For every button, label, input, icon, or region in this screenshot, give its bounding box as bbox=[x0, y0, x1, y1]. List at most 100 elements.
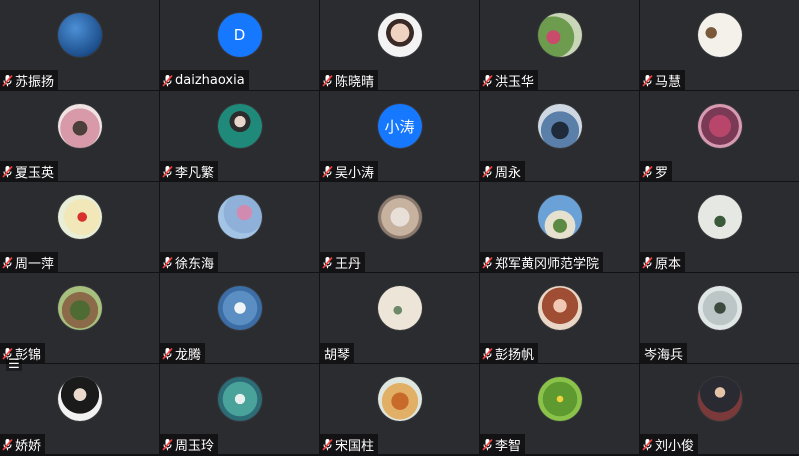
participant-name: 罗 bbox=[655, 165, 669, 181]
participant-tile[interactable]: 罗 bbox=[640, 91, 799, 181]
participant-name-tag: 陈晓晴 bbox=[320, 70, 379, 90]
participant-name: 彭扬帆 bbox=[495, 347, 535, 363]
participant-name: 宋国柱 bbox=[335, 438, 375, 454]
hamburger-menu-icon[interactable]: ☰ bbox=[6, 357, 22, 372]
mic-muted-icon bbox=[162, 438, 173, 451]
participant-avatar bbox=[697, 286, 742, 330]
participant-avatar bbox=[537, 104, 582, 148]
participant-name: 龙腾 bbox=[175, 347, 202, 363]
participant-name: 陈晓晴 bbox=[335, 74, 375, 90]
participant-name-tag: 李凡繁 bbox=[160, 161, 219, 181]
participant-tile[interactable]: 苏振扬 bbox=[0, 0, 159, 90]
participant-name-tag: 彭扬帆 bbox=[480, 343, 539, 363]
mic-muted-icon bbox=[482, 256, 493, 269]
participant-avatar bbox=[377, 195, 422, 239]
participant-tile[interactable]: 王丹 bbox=[320, 182, 479, 272]
participant-avatar bbox=[217, 377, 262, 421]
participant-tile[interactable]: 彭锦 bbox=[0, 273, 159, 363]
participant-tile[interactable]: 胡琴 bbox=[320, 273, 479, 363]
participant-name-tag: 徐东海 bbox=[160, 252, 219, 272]
participant-tile[interactable]: 娇娇 bbox=[0, 364, 159, 454]
participant-name-tag: 岑海兵 bbox=[640, 343, 688, 363]
participant-name-tag: 苏振扬 bbox=[0, 70, 59, 90]
participant-tile[interactable]: 李智 bbox=[480, 364, 639, 454]
participant-name: 胡琴 bbox=[324, 347, 351, 363]
mic-muted-icon bbox=[322, 74, 333, 87]
participant-name: 周玉玲 bbox=[175, 438, 215, 454]
participant-name-tag: 刘小俊 bbox=[640, 434, 699, 454]
participant-avatar bbox=[217, 286, 262, 330]
participant-tile[interactable]: 原本 bbox=[640, 182, 799, 272]
participant-tile[interactable]: 龙腾 bbox=[160, 273, 319, 363]
participant-name-tag: 李智 bbox=[480, 434, 526, 454]
mic-muted-icon bbox=[642, 74, 653, 87]
participant-avatar bbox=[537, 377, 582, 421]
mic-muted-icon bbox=[642, 165, 653, 178]
participant-name: 王丹 bbox=[335, 256, 362, 272]
participant-name: 刘小俊 bbox=[655, 438, 695, 454]
participant-avatar bbox=[697, 195, 742, 239]
participant-tile[interactable]: 洪玉华 bbox=[480, 0, 639, 90]
participant-name: 洪玉华 bbox=[495, 74, 535, 90]
mic-muted-icon bbox=[162, 74, 173, 87]
participant-tile[interactable]: 周玉玲 bbox=[160, 364, 319, 454]
participant-tile[interactable]: 岑海兵 bbox=[640, 273, 799, 363]
mic-muted-icon bbox=[2, 438, 13, 451]
mic-muted-icon bbox=[162, 347, 173, 360]
participant-avatar: 小涛 bbox=[377, 104, 422, 148]
participant-tile[interactable]: 周永 bbox=[480, 91, 639, 181]
participant-name-tag: 郑军黄冈师范学院 bbox=[480, 252, 604, 272]
participant-avatar bbox=[697, 377, 742, 421]
participant-name-tag: 周玉玲 bbox=[160, 434, 219, 454]
participant-name-tag: 胡琴 bbox=[320, 343, 355, 363]
participant-avatar bbox=[217, 195, 262, 239]
mic-muted-icon bbox=[642, 438, 653, 451]
mic-muted-icon bbox=[2, 165, 13, 178]
participant-tile[interactable]: 夏玉英 bbox=[0, 91, 159, 181]
participant-tile[interactable]: Ddaizhaoxia bbox=[160, 0, 319, 90]
participant-name: 马慧 bbox=[655, 74, 682, 90]
participant-tile[interactable]: 马慧 bbox=[640, 0, 799, 90]
participant-tile[interactable]: 小涛吴小涛 bbox=[320, 91, 479, 181]
mic-muted-icon bbox=[162, 165, 173, 178]
participant-name-tag: 夏玉英 bbox=[0, 161, 59, 181]
participant-avatar bbox=[697, 104, 742, 148]
mic-muted-icon bbox=[642, 256, 653, 269]
participant-name: 李智 bbox=[495, 438, 522, 454]
participant-tile[interactable]: 陈晓晴 bbox=[320, 0, 479, 90]
mic-muted-icon bbox=[322, 438, 333, 451]
participant-name: 岑海兵 bbox=[644, 347, 684, 363]
participant-avatar bbox=[377, 13, 422, 57]
participant-name-tag: 周永 bbox=[480, 161, 526, 181]
participant-tile[interactable]: 徐东海 bbox=[160, 182, 319, 272]
participant-name: 吴小涛 bbox=[335, 165, 375, 181]
participant-name-tag: 龙腾 bbox=[160, 343, 206, 363]
participant-avatar bbox=[217, 104, 262, 148]
participant-name-tag: daizhaoxia bbox=[160, 70, 249, 90]
participant-tile[interactable]: 彭扬帆 bbox=[480, 273, 639, 363]
participant-name: 周一萍 bbox=[15, 256, 55, 272]
mic-muted-icon bbox=[162, 256, 173, 269]
participant-tile[interactable]: 李凡繁 bbox=[160, 91, 319, 181]
participant-name-tag: 王丹 bbox=[320, 252, 366, 272]
participant-name: daizhaoxia bbox=[175, 72, 245, 88]
participant-avatar bbox=[57, 377, 102, 421]
participant-name: 娇娇 bbox=[15, 438, 42, 454]
participant-name-tag: 洪玉华 bbox=[480, 70, 539, 90]
participant-tile[interactable]: 刘小俊 bbox=[640, 364, 799, 454]
participant-name: 周永 bbox=[495, 165, 522, 181]
participant-name-tag: 宋国柱 bbox=[320, 434, 379, 454]
participant-tile[interactable]: 宋国柱 bbox=[320, 364, 479, 454]
participant-avatar bbox=[537, 13, 582, 57]
participant-avatar bbox=[537, 195, 582, 239]
participant-name-tag: 马慧 bbox=[640, 70, 686, 90]
participant-tile[interactable]: 周一萍 bbox=[0, 182, 159, 272]
mic-muted-icon bbox=[482, 74, 493, 87]
participant-avatar: D bbox=[217, 13, 262, 57]
mic-muted-icon bbox=[322, 165, 333, 178]
participant-name: 苏振扬 bbox=[15, 74, 55, 90]
participant-avatar bbox=[57, 13, 102, 57]
participant-name: 原本 bbox=[655, 256, 682, 272]
participant-avatar bbox=[57, 286, 102, 330]
participant-tile[interactable]: 郑军黄冈师范学院 bbox=[480, 182, 639, 272]
